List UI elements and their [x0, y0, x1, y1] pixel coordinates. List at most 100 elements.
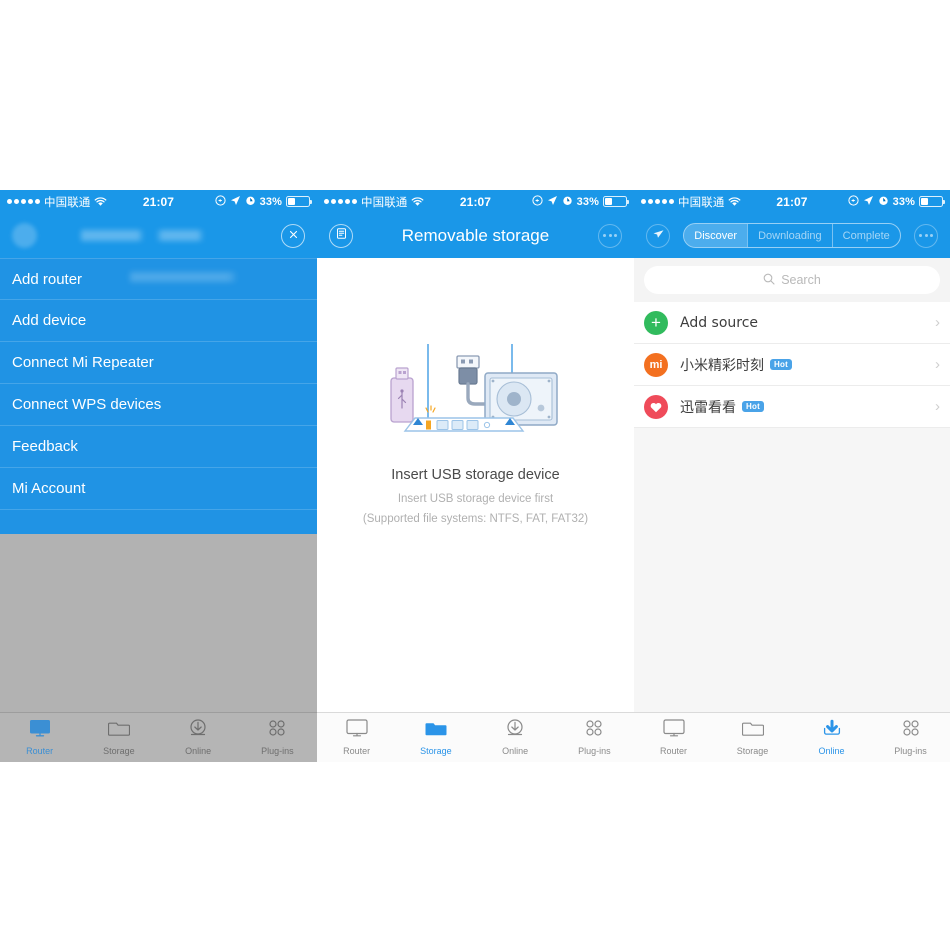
panel-router: 中国联通 21:07 33% Add router Add device Con…	[0, 190, 317, 762]
download-icon	[821, 719, 843, 742]
alarm-clock-icon	[878, 195, 889, 209]
tab-label: Router	[26, 746, 54, 756]
tab-label: Plug-ins	[578, 746, 611, 756]
more-button[interactable]	[914, 223, 939, 248]
wifi-icon	[411, 196, 424, 207]
search-bar-container: Search	[634, 258, 950, 302]
segment-complete[interactable]: Complete	[831, 224, 900, 247]
panel-storage: 中国联通 21:07 33% Removable storage Insert …	[317, 190, 634, 762]
location-arrow-icon	[230, 195, 241, 209]
tab-router[interactable]: Router	[0, 713, 79, 762]
tab-plugins[interactable]: Plug-ins	[238, 713, 317, 762]
tabbar-storage: Router Storage Online Plug-ins	[317, 712, 634, 762]
tab-label: Online	[502, 746, 529, 756]
obscured-title-area	[0, 213, 317, 258]
folder-icon	[425, 719, 447, 742]
empty-state-title: Insert USB storage device	[391, 467, 560, 483]
avatar[interactable]	[12, 223, 37, 248]
list-document-button[interactable]	[329, 223, 353, 248]
list-item-label: Add source	[680, 314, 759, 331]
tab-plugins[interactable]: Plug-ins	[871, 713, 950, 762]
segment-label: Discover	[694, 229, 738, 242]
drawer-item-label: Connect Mi Repeater	[12, 354, 154, 371]
segment-downloading[interactable]: Downloading	[747, 224, 832, 247]
grid-dots-icon	[266, 719, 288, 742]
tab-online[interactable]: Online	[792, 713, 871, 762]
list-item-label: 小米精彩时刻	[680, 357, 764, 374]
carrier-label: 中国联通	[361, 194, 408, 209]
router-navbar	[0, 213, 317, 258]
grid-dots-icon	[900, 719, 922, 742]
tab-online[interactable]: Online	[159, 713, 238, 762]
drawer-item-add-router[interactable]: Add router	[0, 258, 317, 300]
segmented-control[interactable]: Discover Downloading Complete	[683, 223, 901, 248]
list-item-mi-moments[interactable]: mi 小米精彩时刻 Hot ›	[634, 344, 950, 386]
list-item-xunlei[interactable]: 迅雷看看 Hot ›	[634, 386, 950, 428]
tab-plugins[interactable]: Plug-ins	[555, 713, 634, 762]
signal-strength-icon	[641, 199, 674, 204]
tab-online[interactable]: Online	[476, 713, 555, 762]
tab-label: Storage	[736, 746, 769, 756]
dim-overlay[interactable]	[0, 534, 317, 712]
download-icon	[504, 719, 526, 742]
rotation-lock-icon	[215, 194, 226, 209]
more-dots-icon	[919, 234, 934, 237]
segment-discover[interactable]: Discover	[684, 224, 748, 247]
drawer-item-connect-wps-devices[interactable]: Connect WPS devices	[0, 384, 317, 426]
panel-online: 中国联通 21:07 33% Discover Downloading Comp…	[634, 190, 950, 762]
tab-label: Online	[185, 746, 212, 756]
discover-list: + Add source › mi 小米精彩时刻 Hot › 迅雷看看 Hot …	[634, 302, 950, 428]
tab-label: Plug-ins	[261, 746, 294, 756]
location-arrow-icon	[863, 195, 874, 209]
drawer-item-label: Feedback	[12, 438, 78, 455]
download-icon	[187, 719, 209, 742]
battery-percent-label: 33%	[259, 195, 282, 208]
online-navbar: Discover Downloading Complete	[634, 213, 950, 258]
chevron-right-icon: ›	[935, 314, 940, 331]
tabbar-online: Router Storage Online Plug-ins	[634, 712, 950, 762]
chevron-right-icon: ›	[935, 356, 940, 373]
router-drawer-menu: Add router Add device Connect Mi Repeate…	[0, 258, 317, 534]
alarm-clock-icon	[562, 195, 573, 209]
signal-strength-icon	[324, 199, 357, 204]
tab-label: Storage	[420, 746, 452, 756]
storage-navbar: Removable storage	[317, 213, 634, 258]
grid-dots-icon	[583, 719, 605, 742]
tab-router[interactable]: Router	[317, 713, 396, 762]
rotation-lock-icon	[848, 194, 859, 209]
tab-storage[interactable]: Storage	[79, 713, 158, 762]
list-document-icon	[335, 227, 348, 245]
battery-icon	[603, 196, 629, 207]
obscured-text	[130, 272, 310, 282]
drawer-item-connect-mi-repeater[interactable]: Connect Mi Repeater	[0, 342, 317, 384]
list-item-add-source[interactable]: + Add source ›	[634, 302, 950, 344]
battery-percent-label: 33%	[576, 195, 599, 208]
drawer-item-feedback[interactable]: Feedback	[0, 426, 317, 468]
send-plane-button[interactable]	[646, 223, 670, 248]
search-icon	[763, 273, 775, 288]
usb-storage-illustration	[381, 336, 571, 449]
tab-router[interactable]: Router	[634, 713, 713, 762]
more-dots-icon	[603, 234, 617, 237]
tab-storage[interactable]: Storage	[396, 713, 475, 762]
tab-label: Router	[659, 746, 687, 756]
tab-label: Storage	[103, 746, 135, 756]
mi-logo-icon: mi	[644, 352, 668, 377]
segment-label: Complete	[842, 229, 890, 242]
location-arrow-icon	[547, 195, 558, 209]
xunlei-icon	[644, 394, 668, 419]
drawer-item-add-device[interactable]: Add device	[0, 300, 317, 342]
battery-icon	[286, 196, 312, 207]
status-bar: 中国联通 21:07 33%	[317, 190, 634, 213]
search-input[interactable]: Search	[644, 266, 940, 294]
carrier-label: 中国联通	[44, 194, 91, 209]
folder-icon	[107, 719, 130, 742]
more-button[interactable]	[598, 223, 622, 248]
page-title-obscured	[81, 230, 231, 241]
tab-storage[interactable]: Storage	[713, 713, 792, 762]
segment-label: Downloading	[758, 229, 822, 242]
status-bar: 中国联通 21:07 33%	[0, 190, 317, 213]
drawer-item-mi-account[interactable]: Mi Account	[0, 468, 317, 510]
page-title: Removable storage	[401, 225, 550, 245]
monitor-icon	[29, 719, 51, 742]
